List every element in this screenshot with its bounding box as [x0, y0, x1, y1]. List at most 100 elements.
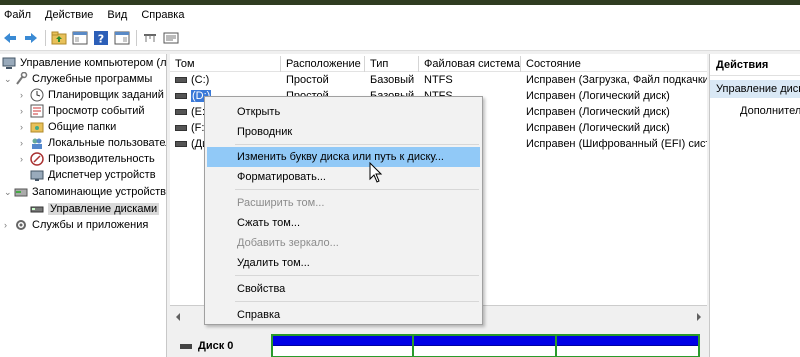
column-header-layout[interactable]: Расположение: [281, 56, 365, 72]
tree-item-label: Управление дисками: [48, 203, 160, 215]
tree-item-disk-management[interactable]: Управление дисками: [30, 201, 160, 217]
toolbar: ?: [0, 25, 800, 51]
chevron-right-icon[interactable]: ›: [20, 138, 30, 148]
context-item-open[interactable]: Открыть: [207, 102, 480, 122]
status-cell: Исправен (Загрузка, Файл подкачки,: [526, 74, 707, 86]
chevron-right-icon[interactable]: ›: [20, 106, 30, 116]
services-icon: [14, 218, 28, 232]
tools-icon: [14, 71, 28, 86]
tree-item-local-users[interactable]: › Локальные пользовател: [20, 135, 167, 151]
filesystem-cell: NTFS: [424, 74, 453, 86]
disk-management-icon: [30, 202, 44, 216]
svg-text:?: ?: [98, 32, 104, 45]
tree-item-device-manager[interactable]: Диспетчер устройств: [30, 167, 156, 183]
column-header-filesystem[interactable]: Файловая система: [419, 56, 521, 72]
disk-icon: [180, 343, 192, 349]
clock-icon: [30, 88, 44, 102]
partition-block[interactable]: [271, 334, 414, 357]
tree-item-event-viewer[interactable]: › Просмотр событий: [20, 103, 145, 119]
partition-block[interactable]: [557, 334, 700, 357]
toolbar-separator: [136, 29, 137, 46]
context-separator: [235, 275, 479, 276]
tree-item-label: Общие папки: [48, 121, 117, 133]
chevron-right-icon[interactable]: ›: [20, 122, 30, 132]
tree-item-label: Управление компьютером (лс: [20, 57, 167, 69]
menu-bar: Файл Действие Вид Справка: [0, 5, 800, 25]
status-cell: Исправен (Логический диск): [526, 106, 670, 118]
layout-cell: Простой: [286, 74, 329, 86]
context-item-properties[interactable]: Свойства: [207, 279, 480, 299]
tree-item-storage[interactable]: ⌄ Запоминающие устройств: [4, 184, 166, 200]
actions-section-disk-management[interactable]: Управление диск: [710, 80, 800, 98]
tree-item-performance[interactable]: › Производительность: [20, 151, 155, 167]
context-menu: Открыть Проводник Изменить букву диска и…: [204, 96, 483, 325]
context-item-format[interactable]: Форматировать...: [207, 167, 480, 187]
tree-item-task-scheduler[interactable]: › Планировщик заданий: [20, 87, 164, 103]
back-arrow-icon[interactable]: [2, 30, 18, 46]
column-header-volume[interactable]: Том: [170, 56, 281, 72]
volume-icon: [175, 109, 187, 116]
chevron-right-icon[interactable]: ›: [4, 220, 14, 230]
computer-management-icon: [2, 56, 16, 70]
tree-item-label: Диспетчер устройств: [48, 169, 156, 181]
column-header-type[interactable]: Тип: [365, 56, 419, 72]
menu-action[interactable]: Действие: [45, 9, 93, 21]
volume-icon: [175, 125, 187, 132]
column-header-status[interactable]: Состояние: [521, 56, 707, 72]
context-separator: [235, 189, 479, 190]
tree-item-label: Производительность: [48, 153, 155, 165]
context-item-help[interactable]: Справка: [207, 305, 480, 325]
tree-item-label: Просмотр событий: [48, 105, 145, 117]
table-row[interactable]: (C:) Простой Базовый NTFS Исправен (Загр…: [170, 72, 707, 88]
tree-item-services[interactable]: › Службы и приложения: [4, 217, 148, 233]
volume-cell: (C:): [170, 72, 281, 88]
volume-icon: [175, 77, 187, 84]
properties-icon[interactable]: [114, 30, 130, 46]
device-manager-icon: [30, 168, 44, 182]
forward-arrow-icon[interactable]: [23, 30, 39, 46]
context-item-explorer[interactable]: Проводник: [207, 122, 480, 142]
volume-icon: [175, 141, 187, 148]
menu-help[interactable]: Справка: [141, 9, 184, 21]
connect-icon[interactable]: [142, 30, 158, 46]
tree-item-computer-management[interactable]: Управление компьютером (лс: [2, 55, 167, 71]
tree-item-label: Запоминающие устройств: [32, 186, 167, 198]
chevron-down-icon[interactable]: ⌄: [4, 187, 14, 198]
table-header: Том Расположение Тип Файловая система Со…: [170, 56, 707, 72]
disk-name: Диск 0: [198, 340, 234, 352]
event-viewer-icon: [30, 104, 44, 118]
context-item-extend-volume: Расширить том...: [237, 197, 325, 209]
mouse-cursor-icon: [369, 161, 383, 184]
actions-more-link[interactable]: Дополнител: [710, 102, 800, 120]
chevron-down-icon[interactable]: ⌄: [4, 74, 14, 85]
context-separator: [235, 144, 479, 145]
volume-name: (C:): [191, 74, 210, 86]
context-item-change-drive-letter[interactable]: Изменить букву диска или путь к диску...: [207, 147, 480, 167]
tree-item-label: Служебные программы: [32, 73, 153, 85]
tree-item-label: Службы и приложения: [32, 219, 149, 231]
folder-up-icon[interactable]: [51, 30, 67, 46]
type-cell: Базовый: [370, 74, 415, 86]
context-item-add-mirror: Добавить зеркало...: [237, 237, 339, 249]
actions-title: Действия: [710, 54, 800, 76]
tree-item-label: Локальные пользовател: [48, 137, 167, 149]
status-cell: Исправен (Шифрованный (EFI) систе: [526, 138, 707, 150]
context-item-delete-volume[interactable]: Удалить том...: [207, 253, 480, 273]
chevron-right-icon[interactable]: ›: [20, 154, 30, 164]
context-item-shrink-volume[interactable]: Сжать том...: [207, 213, 480, 233]
performance-icon: [30, 152, 44, 166]
tree-item-label: Планировщик заданий: [48, 89, 164, 101]
menu-view[interactable]: Вид: [107, 9, 127, 21]
console-tree-icon[interactable]: [72, 30, 88, 46]
tree-item-system-tools[interactable]: ⌄ Служебные программы: [4, 71, 152, 87]
partition-block[interactable]: [414, 334, 557, 357]
help-icon[interactable]: ?: [93, 30, 109, 46]
status-cell: Исправен (Логический диск): [526, 90, 670, 102]
view-icon[interactable]: [163, 30, 179, 46]
users-icon: [30, 136, 44, 150]
menu-file[interactable]: Файл: [4, 9, 31, 21]
chevron-right-icon[interactable]: ›: [20, 90, 30, 100]
tree-item-shared-folders[interactable]: › Общие папки: [20, 119, 116, 135]
toolbar-separator: [45, 29, 46, 46]
disk-label[interactable]: Диск 0: [175, 334, 267, 357]
